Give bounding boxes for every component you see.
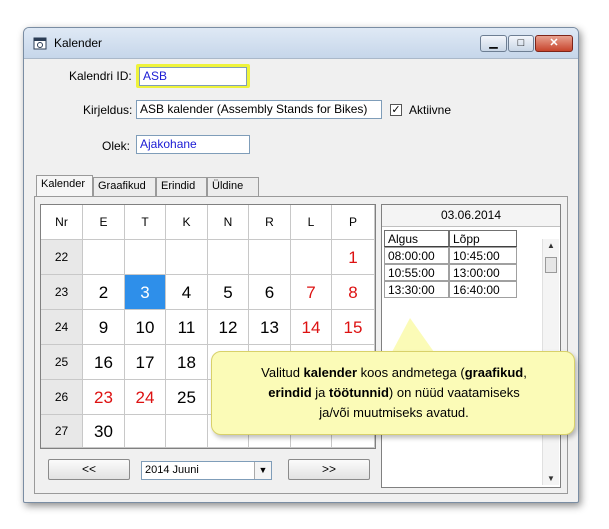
day-cell[interactable]: 15 [332, 310, 375, 345]
schedule-start-cell[interactable]: 08:00:00 [384, 247, 449, 264]
day-cell[interactable]: 18 [166, 345, 208, 380]
month-select-value: 2014 Juuni [145, 464, 199, 476]
maximize-icon: □ [517, 37, 525, 49]
callout-tail [392, 318, 434, 352]
schedule-start-cell[interactable]: 10:55:00 [384, 264, 449, 281]
day-cell[interactable]: 12 [208, 310, 249, 345]
day-cell[interactable]: 17 [125, 345, 166, 380]
header-nr: Nr [41, 205, 83, 240]
state-field[interactable]: Ajakohane [136, 135, 250, 154]
month-select[interactable]: 2014 Juuni ▼ [141, 461, 272, 480]
close-icon: ✕ [549, 37, 559, 49]
tab-kalender[interactable]: Kalender [36, 175, 93, 196]
day-cell[interactable]: 11 [166, 310, 208, 345]
week-number: 25 [41, 345, 83, 380]
day-cell[interactable]: 8 [332, 275, 375, 310]
tab-erindid[interactable]: Erindid [156, 177, 207, 196]
day-cell[interactable]: 9 [83, 310, 125, 345]
schedule-end-cell[interactable]: 16:40:00 [449, 281, 517, 298]
dropdown-arrow-icon[interactable]: ▼ [254, 462, 271, 479]
day-cell[interactable] [125, 240, 166, 275]
active-checkbox[interactable]: ✓ [390, 104, 402, 116]
minimize-button[interactable]: ▁ [480, 35, 507, 52]
selected-date: 03.06.2014 [382, 205, 560, 227]
calendar-id-label: Kalendri ID: [69, 69, 132, 83]
week-number: 23 [41, 275, 83, 310]
header-n: N [208, 205, 249, 240]
day-cell[interactable] [208, 240, 249, 275]
schedule-start-cell[interactable]: 13:30:00 [384, 281, 449, 298]
day-cell[interactable] [125, 415, 166, 448]
state-label: Olek: [102, 139, 131, 153]
prev-month-button[interactable]: << [48, 459, 130, 480]
day-cell[interactable]: 5 [208, 275, 249, 310]
header-e: E [83, 205, 125, 240]
week-number: 27 [41, 415, 83, 448]
day-cell[interactable]: 1 [332, 240, 375, 275]
window-title: Kalender [54, 36, 103, 50]
day-cell[interactable]: 16 [83, 345, 125, 380]
tab-graafikud[interactable]: Graafikud [93, 177, 156, 196]
callout-line-3: ja/või muutmiseks avatud. [319, 405, 469, 420]
app-calendar-icon [33, 37, 47, 50]
week-number: 24 [41, 310, 83, 345]
callout-line-1: Valitud kalender koos andmetega (graafik… [261, 365, 527, 380]
callout-text: Valitud kalender koos andmetega (graafik… [212, 363, 576, 423]
callout-line-2: erindid ja töötunnid) on nüüd vaatamisek… [268, 385, 520, 400]
day-cell[interactable]: 6 [249, 275, 291, 310]
day-cell[interactable]: 13 [249, 310, 291, 345]
active-label: Aktiivne [409, 103, 452, 117]
header-l: L [291, 205, 332, 240]
schedule-end-cell[interactable]: 10:45:00 [449, 247, 517, 264]
day-cell[interactable]: 23 [83, 380, 125, 415]
day-cell[interactable]: 30 [83, 415, 125, 448]
tab-uldine[interactable]: Üldine [207, 177, 259, 196]
week-number: 26 [41, 380, 83, 415]
day-cell[interactable]: 14 [291, 310, 332, 345]
description-field[interactable]: ASB kalender (Assembly Stands for Bikes) [136, 100, 382, 119]
close-button[interactable]: ✕ [535, 35, 573, 52]
week-number: 22 [41, 240, 83, 275]
day-cell[interactable] [249, 240, 291, 275]
scroll-up-icon[interactable]: ▲ [543, 241, 559, 250]
day-cell[interactable]: 4 [166, 275, 208, 310]
column-end[interactable]: Lõpp [449, 230, 517, 247]
column-start[interactable]: Algus [384, 230, 449, 247]
next-month-button[interactable]: >> [288, 459, 370, 480]
header-r: R [249, 205, 291, 240]
scroll-down-icon[interactable]: ▼ [543, 474, 559, 483]
scroll-thumb[interactable] [545, 257, 557, 273]
day-cell[interactable] [166, 415, 208, 448]
day-cell[interactable]: 2 [83, 275, 125, 310]
header-t: T [125, 205, 166, 240]
day-cell[interactable]: 24 [125, 380, 166, 415]
header-k: K [166, 205, 208, 240]
day-cell[interactable] [166, 240, 208, 275]
maximize-button[interactable]: □ [508, 35, 534, 52]
day-cell-selected[interactable]: 3 [125, 275, 166, 310]
description-label: Kirjeldus: [83, 103, 133, 117]
header-p: P [332, 205, 375, 240]
calendar-id-field[interactable]: ASB [139, 67, 247, 86]
callout-bubble: Valitud kalender koos andmetega (graafik… [211, 351, 575, 435]
title-bar[interactable]: Kalender ▁ □ ✕ [24, 28, 578, 59]
day-cell[interactable]: 25 [166, 380, 208, 415]
day-cell[interactable]: 7 [291, 275, 332, 310]
day-cell[interactable] [291, 240, 332, 275]
day-cell[interactable]: 10 [125, 310, 166, 345]
schedule-end-cell[interactable]: 13:00:00 [449, 264, 517, 281]
day-cell[interactable] [83, 240, 125, 275]
minimize-icon: ▁ [489, 37, 498, 49]
